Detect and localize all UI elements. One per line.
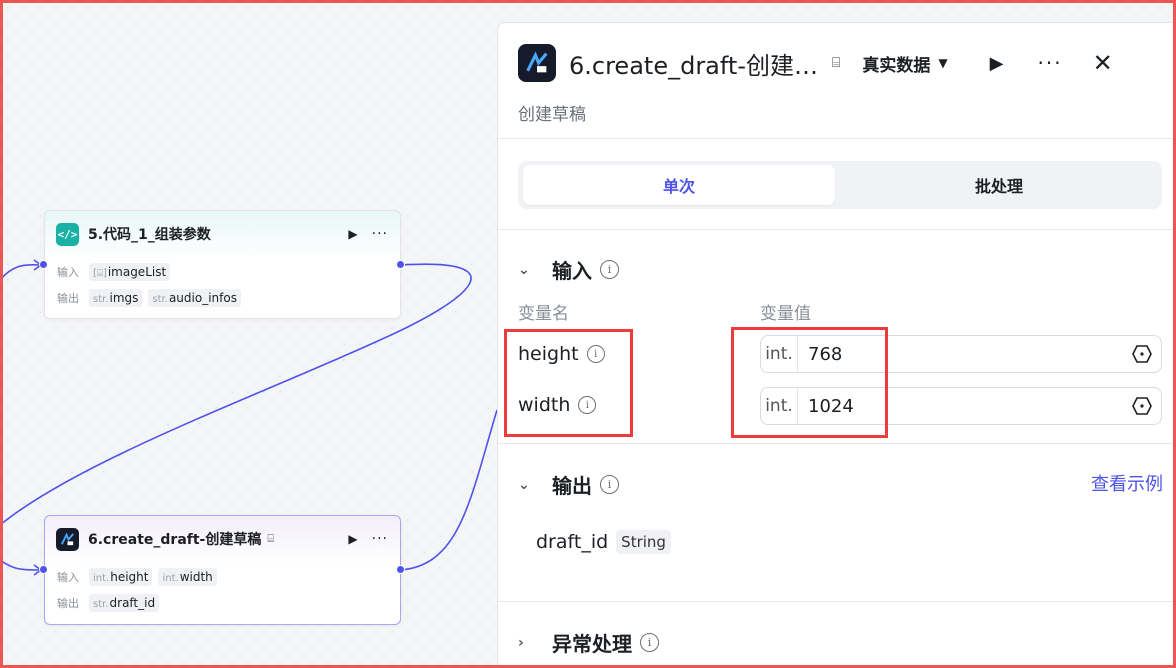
code-node-input-port[interactable] (39, 260, 48, 269)
edge-draft-out (400, 409, 498, 571)
node-title: 5.代码_1_组装参数 (88, 227, 211, 243)
tab-batch[interactable]: 批处理 (843, 165, 1155, 205)
output-tag: str. imgs (89, 289, 143, 307)
more-options-button[interactable]: ··· (372, 226, 388, 242)
plugin-logo-icon (518, 44, 556, 82)
chevron-down-icon: ⌄ (518, 476, 530, 493)
code-icon: </> (56, 222, 79, 246)
highlight-box-names (504, 329, 633, 437)
node-test-panel: 6.create_draft-创建… ⌸ 真实数据 ▼ ▶ ··· ✕ 创建草稿 … (497, 22, 1176, 668)
node-input-label: 输入 (57, 266, 79, 279)
caret-down-icon: ▼ (938, 56, 948, 70)
run-node-button[interactable]: ▶ (348, 532, 357, 546)
output-tag: str. draft_id (89, 594, 160, 612)
exception-section-header[interactable]: › 异常处理 i (518, 628, 659, 657)
draft-node-output-port[interactable] (396, 565, 405, 574)
more-options-button[interactable]: ··· (372, 531, 388, 547)
tab-single[interactable]: 单次 (523, 165, 835, 205)
edge-into-code-node (0, 263, 41, 281)
chevron-right-icon: › (518, 634, 524, 651)
see-example-link[interactable]: 查看示例 (1091, 470, 1163, 496)
node-output-label: 输出 (57, 292, 79, 305)
node-title: 6.create_draft-创建草稿 (88, 532, 262, 548)
plugin-logo-icon (56, 527, 79, 551)
node-output-label: 输出 (57, 597, 79, 610)
input-tag: int. height (89, 568, 153, 586)
plugin-badge-icon: ⌸ (832, 55, 841, 71)
input-section-header[interactable]: ⌄ 输入 i (518, 255, 619, 284)
input-tag: int. width (158, 568, 217, 586)
variable-reference-icon[interactable] (1131, 343, 1153, 365)
code-node-output-port[interactable] (396, 260, 405, 269)
output-type-badge: String (616, 530, 671, 554)
output-name: draft_id (536, 531, 609, 553)
run-mode-tabs: 单次 批处理 (518, 161, 1162, 209)
run-node-button[interactable]: ▶ (348, 227, 357, 241)
output-tag: str. audio_infos (148, 289, 241, 307)
panel-title: 6.create_draft-创建… (569, 51, 818, 80)
output-row: draft_id String (536, 530, 671, 554)
code-node[interactable]: </> 5.代码_1_组装参数 ▶ ··· 输入 [⌸] imageList 输出… (44, 210, 401, 319)
divider (498, 138, 1175, 139)
chevron-down-icon: ⌄ (518, 261, 530, 278)
variable-reference-icon[interactable] (1131, 395, 1153, 417)
column-variable-value: 变量值 (760, 304, 811, 324)
info-icon: i (640, 633, 659, 652)
highlight-box-values (731, 327, 888, 438)
run-button[interactable]: ▶ (990, 53, 1004, 74)
divider (498, 601, 1175, 602)
create-draft-node[interactable]: 6.create_draft-创建草稿 ⌸ ▶ ··· 输入 int. heigh… (44, 515, 401, 625)
info-icon: i (600, 260, 619, 279)
plugin-badge-icon: ⌸ (267, 532, 274, 545)
output-section-header[interactable]: ⌄ 输出 i (518, 470, 619, 499)
divider (498, 229, 1175, 230)
node-input-label: 输入 (57, 571, 79, 584)
info-icon: i (600, 475, 619, 494)
more-options-button[interactable]: ··· (1037, 51, 1062, 75)
panel-description: 创建草稿 (518, 105, 586, 125)
column-variable-name: 变量名 (518, 304, 569, 324)
divider (498, 443, 1175, 444)
draft-node-input-port[interactable] (39, 565, 48, 574)
close-icon[interactable]: ✕ (1093, 49, 1113, 77)
input-tag: [⌸] imageList (89, 263, 171, 281)
data-mode-select[interactable]: 真实数据 ▼ (862, 51, 947, 76)
